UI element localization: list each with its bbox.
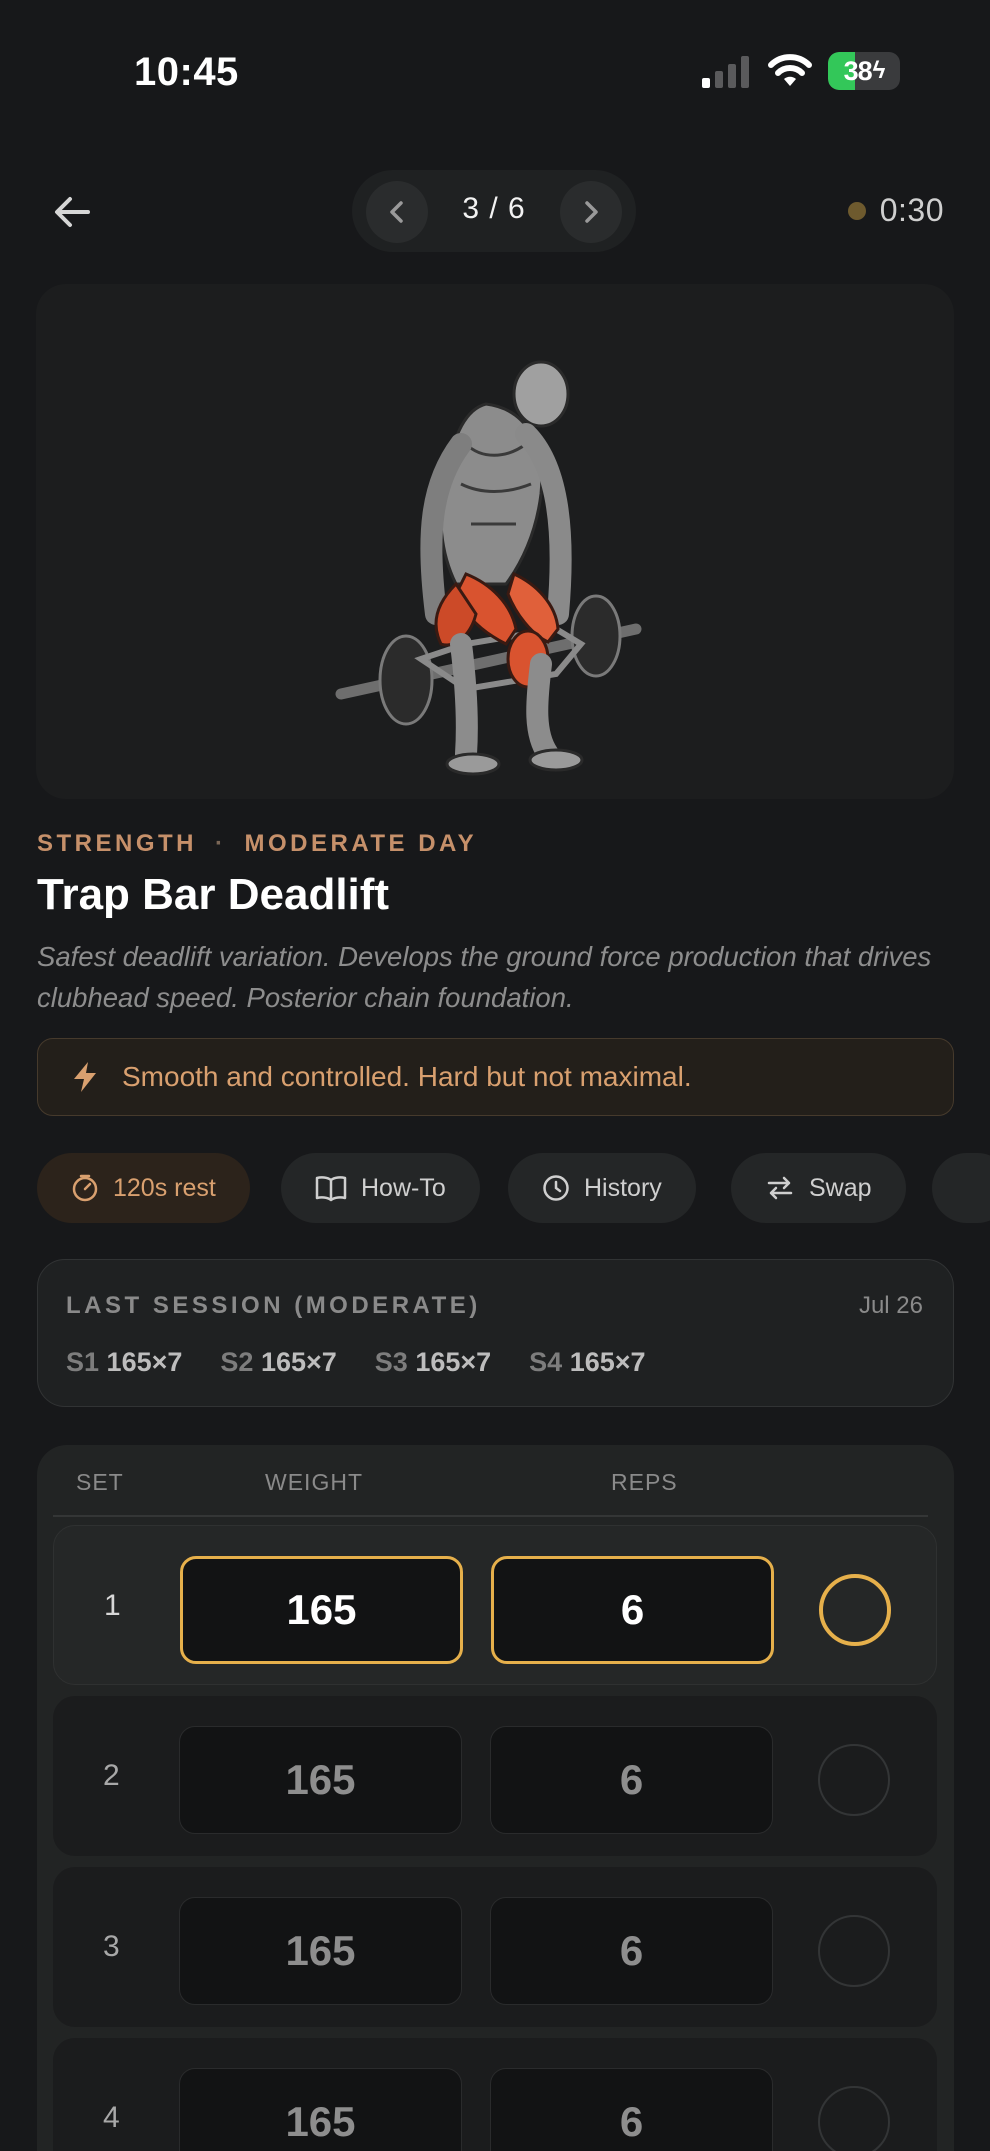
swap-icon — [767, 1176, 793, 1200]
last-session-set: S3 165×7 — [375, 1347, 491, 1378]
reps-input[interactable]: 6 — [490, 1897, 773, 2005]
status-bar: 10:45 38 ϟ — [0, 0, 990, 150]
timer-status-dot — [847, 201, 866, 220]
header-weight: WEIGHT — [265, 1469, 363, 1495]
trap-bar-deadlift-figure — [335, 360, 642, 776]
timer-value: 0:30 — [879, 192, 944, 228]
set-row: 3 165 6 — [53, 1867, 937, 2027]
set-number: 1 — [104, 1589, 121, 1622]
last-session-set-number: S3 — [374, 1347, 408, 1377]
last-session-set-number: S2 — [220, 1347, 254, 1377]
set-row: 1 165 6 — [53, 1525, 937, 1685]
weight-input[interactable]: 165 — [180, 1556, 463, 1664]
last-session-set-value: 165×7 — [260, 1347, 337, 1377]
exercise-day: MODERATE DAY — [244, 830, 478, 857]
sets-table: SET WEIGHT REPS 1 165 6 2 165 6 3 165 6 … — [37, 1445, 954, 2151]
last-session-set: S4 165×7 — [529, 1347, 645, 1378]
lightning-icon — [74, 1062, 96, 1092]
exercise-pager: 3 / 6 — [352, 170, 636, 252]
last-session-set-value: 165×7 — [415, 1347, 492, 1377]
how-to-label: How-To — [361, 1173, 446, 1202]
exercise-category: STRENGTH — [37, 830, 197, 857]
last-session-set: S2 165×7 — [220, 1347, 336, 1378]
next-exercise-button[interactable] — [560, 181, 622, 243]
header-divider — [53, 1515, 928, 1517]
workout-timer[interactable]: 0:30 — [847, 192, 944, 229]
swap-chip[interactable]: Swap — [731, 1153, 906, 1223]
exercise-description: Safest deadlift variation. Develops the … — [37, 941, 932, 1013]
last-session-sets: S1 165×7 S2 165×7 S3 165×7 S4 165×7 — [66, 1347, 646, 1378]
last-session-set-value: 165×7 — [106, 1347, 183, 1377]
book-icon — [315, 1176, 347, 1202]
chevron-right-icon — [585, 201, 598, 223]
battery-icon: 38 ϟ — [828, 52, 900, 90]
rest-timer-label: 120s rest — [113, 1173, 216, 1202]
header-reps: REPS — [611, 1469, 678, 1495]
weight-input[interactable]: 165 — [179, 1726, 462, 1834]
effort-cue-banner: Smooth and controlled. Hard but not maxi… — [37, 1038, 954, 1116]
last-session-card: LAST SESSION (MODERATE) Jul 26 S1 165×7 … — [37, 1259, 954, 1407]
complete-set-button[interactable] — [818, 1744, 890, 1816]
cellular-signal-icon — [702, 56, 749, 88]
arrow-left-icon — [55, 197, 90, 227]
clock-icon — [543, 1175, 569, 1201]
rest-timer-chip[interactable]: 120s rest — [37, 1153, 250, 1223]
complete-set-button[interactable] — [819, 1574, 891, 1646]
last-session-date: Jul 26 — [858, 1292, 923, 1319]
reps-input[interactable]: 6 — [491, 1556, 774, 1664]
effort-cue-text: Smooth and controlled. Hard but not maxi… — [122, 1061, 692, 1092]
exercise-illustration — [36, 284, 954, 799]
set-number: 2 — [103, 1759, 120, 1792]
battery-percent: 38 — [843, 55, 873, 86]
status-time: 10:45 — [134, 50, 239, 94]
last-session-set-value: 165×7 — [569, 1347, 646, 1377]
action-chips: 120s rest How-To History Swap — [37, 1153, 990, 1223]
back-button[interactable] — [44, 184, 100, 240]
more-chip[interactable] — [932, 1153, 990, 1223]
timer-icon — [72, 1174, 98, 1202]
set-row: 4 165 6 — [53, 2038, 937, 2151]
wifi-icon — [768, 54, 812, 86]
header-set: SET — [76, 1469, 124, 1495]
last-session-set: S1 165×7 — [66, 1347, 182, 1378]
exercise-meta: STRENGTH · MODERATE DAY — [37, 830, 477, 858]
set-number: 3 — [103, 1930, 120, 1963]
charging-bolt-icon: ϟ — [872, 57, 886, 84]
exercise-title: Trap Bar Deadlift — [37, 870, 390, 919]
set-number: 4 — [103, 2101, 120, 2134]
history-chip[interactable]: History — [508, 1153, 696, 1223]
set-row: 2 165 6 — [53, 1696, 937, 1856]
exercise-nav: 3 / 6 0:30 — [0, 170, 990, 254]
reps-input[interactable]: 6 — [490, 2068, 773, 2151]
weight-input[interactable]: 165 — [179, 2068, 462, 2151]
last-session-set-number: S1 — [66, 1347, 100, 1377]
how-to-chip[interactable]: How-To — [281, 1153, 480, 1223]
meta-separator: · — [215, 830, 227, 857]
reps-input[interactable]: 6 — [490, 1726, 773, 1834]
last-session-set-number: S4 — [529, 1347, 563, 1377]
complete-set-button[interactable] — [818, 1915, 890, 1987]
complete-set-button[interactable] — [818, 2086, 890, 2151]
swap-label: Swap — [809, 1173, 872, 1202]
history-label: History — [584, 1173, 662, 1202]
last-session-label: LAST SESSION (MODERATE) — [66, 1292, 481, 1319]
weight-input[interactable]: 165 — [179, 1897, 462, 2005]
